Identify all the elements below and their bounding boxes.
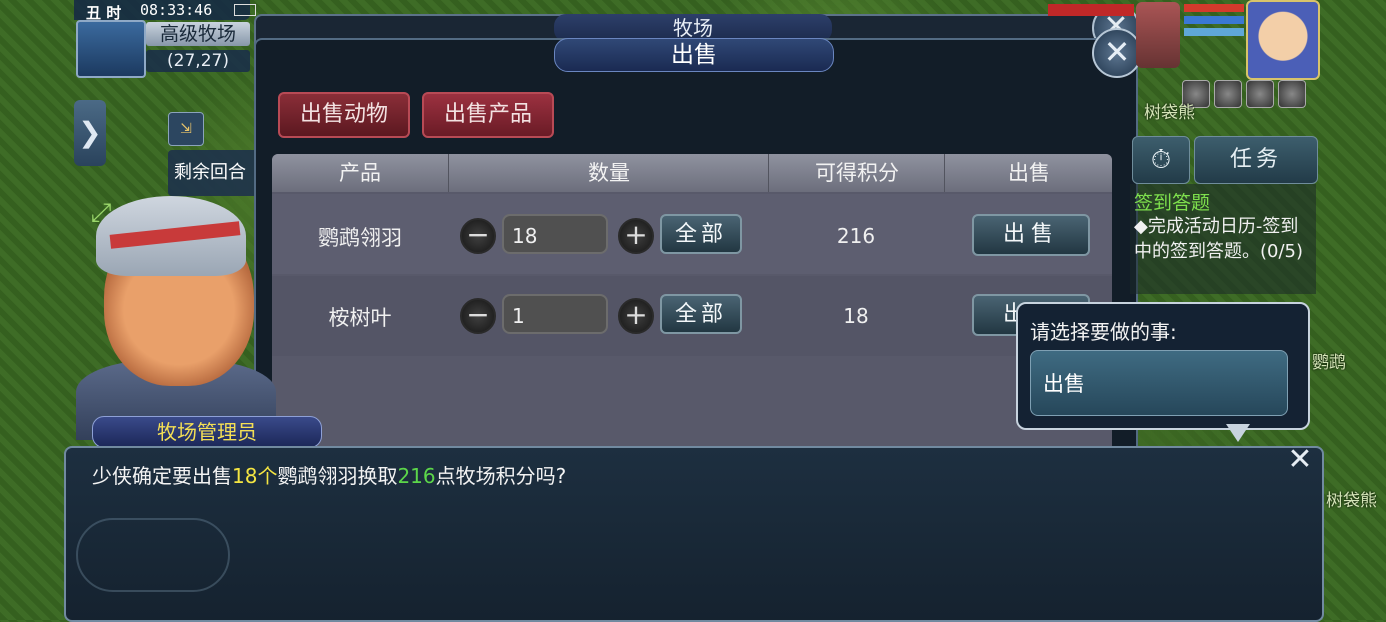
plus-icon[interactable]: + xyxy=(618,298,654,334)
dialog-prefix: 少侠确定要出售 xyxy=(92,464,232,488)
exp-bar xyxy=(1184,28,1244,36)
header-sell: 出售 xyxy=(944,154,1113,192)
clock-time: 08:33:46 xyxy=(140,1,213,19)
task-button[interactable]: 任务 xyxy=(1194,136,1318,184)
sell-button[interactable]: 出售 xyxy=(972,214,1090,256)
dialog-points: 216 xyxy=(397,464,436,488)
player-portrait[interactable] xyxy=(1246,0,1320,80)
quantity-input[interactable]: 1 xyxy=(502,294,608,334)
task-title: 签到答题 xyxy=(1134,192,1211,214)
buff-icon[interactable] xyxy=(1278,80,1306,108)
mp-bar xyxy=(1184,16,1244,24)
battery-icon xyxy=(234,4,256,16)
points-value: 216 xyxy=(836,224,876,248)
npc-name: 牧场管理员 xyxy=(92,416,322,448)
dialog-count: 18个 xyxy=(232,464,278,488)
npc-label-koala-2: 树袋熊 xyxy=(1326,491,1377,511)
clock-icon[interactable]: ⏱ xyxy=(1132,136,1190,184)
header-product: 产品 xyxy=(339,161,381,185)
expand-arrow-icon[interactable]: ❯ xyxy=(74,100,106,166)
shrink-icon[interactable]: ⇲ xyxy=(168,112,204,146)
quantity-input[interactable]: 18 xyxy=(502,214,608,254)
all-button[interactable]: 全部 xyxy=(660,214,742,254)
map-emblem-icon[interactable] xyxy=(76,20,146,78)
task-description: ◆完成活动日历-签到中的签到答题。(0/5) xyxy=(1134,216,1304,262)
minus-icon[interactable]: − xyxy=(460,298,496,334)
choice-title: 请选择要做的事: xyxy=(1030,320,1177,344)
plus-icon[interactable]: + xyxy=(618,218,654,254)
hp-bar xyxy=(1184,4,1244,12)
points-value: 18 xyxy=(843,304,869,328)
npc-label-koala: 树袋熊 xyxy=(1144,103,1195,123)
tab-sell-animals[interactable]: 出售动物 xyxy=(278,92,410,138)
buff-icon[interactable] xyxy=(1214,80,1242,108)
map-name[interactable]: 高级牧场 xyxy=(146,22,250,46)
close-icon[interactable]: ✕ xyxy=(1278,444,1322,476)
bubble-tail xyxy=(1226,424,1250,442)
header-quantity: 数量 xyxy=(448,154,769,192)
sell-panel-title: 出售 xyxy=(554,38,834,72)
dialog-suffix: 点牧场积分吗? xyxy=(435,464,567,488)
tab-sell-products[interactable]: 出售产品 xyxy=(422,92,554,138)
sell-close-icon[interactable]: ✕ xyxy=(1092,28,1142,78)
choice-option-sell[interactable]: 出售 xyxy=(1030,350,1288,416)
dialog-text: 少侠确定要出售18个鹦鹉翎羽换取216点牧场积分吗? xyxy=(92,460,566,489)
product-name: 桉树叶 xyxy=(328,306,392,330)
buff-icon[interactable] xyxy=(1246,80,1274,108)
cloud-decoration-icon xyxy=(76,518,230,592)
all-button[interactable]: 全部 xyxy=(660,294,742,334)
header-points: 可得积分 xyxy=(768,154,945,192)
remaining-rounds-label: 剩余回合 xyxy=(168,150,264,196)
target-hp-bar xyxy=(1048,4,1134,16)
product-name: 鹦鹉翎羽 xyxy=(318,226,402,250)
dialog-item: 鹦鹉翎羽换取 xyxy=(277,464,398,488)
npc-label-parrot: 鹦鹉 xyxy=(1312,353,1346,373)
minus-icon[interactable]: − xyxy=(460,218,496,254)
map-coordinates: (27,27) xyxy=(146,50,250,72)
pet-portrait[interactable] xyxy=(1136,2,1180,68)
